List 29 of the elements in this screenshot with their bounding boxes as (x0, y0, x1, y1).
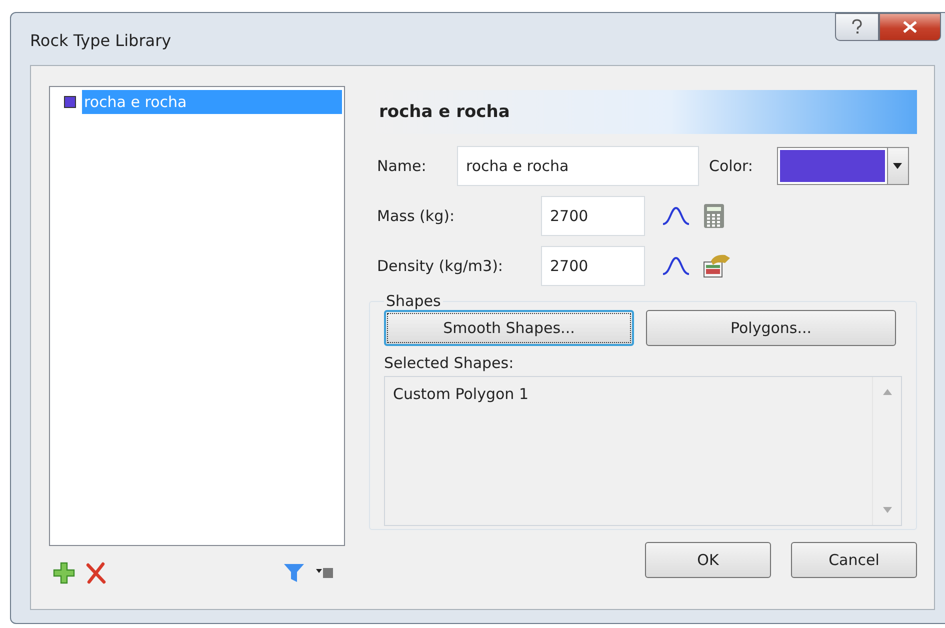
dialog-button[interactable]: OK (645, 542, 771, 578)
list-item[interactable]: Custom Polygon 1 (393, 385, 864, 403)
help-icon (851, 19, 863, 35)
name-field[interactable]: rocha e rocha (457, 146, 699, 186)
bell-curve-icon[interactable] (661, 254, 691, 278)
shape-button[interactable]: Polygons... (646, 310, 896, 346)
caret-icon (893, 163, 902, 169)
mass-field[interactable]: 2700 (541, 196, 645, 236)
help-button[interactable] (835, 13, 879, 41)
density-field[interactable]: 2700 (541, 246, 645, 286)
delete-icon[interactable] (85, 562, 107, 584)
group-label: Shapes (385, 292, 442, 310)
dropdown-icon[interactable] (315, 567, 335, 579)
table-icon[interactable] (703, 253, 731, 279)
window-title: Rock Type Library (30, 31, 172, 50)
plus-icon[interactable] (53, 562, 75, 584)
mass-label: Mass (kg): (377, 207, 456, 225)
color-dropdown[interactable] (776, 147, 909, 185)
calculator-icon[interactable] (703, 203, 725, 229)
color-label: Color: (709, 157, 753, 175)
close-button[interactable] (879, 13, 941, 41)
bell-curve-icon[interactable] (661, 204, 691, 228)
density-label: Density (kg/m3): (377, 257, 504, 275)
close-icon (902, 21, 918, 33)
selected-shapes-label: Selected Shapes: (384, 354, 515, 372)
dialog-button[interactable]: Cancel (791, 542, 917, 578)
filter-icon[interactable] (283, 563, 305, 583)
name-label: Name: (377, 157, 428, 175)
shape-button[interactable]: Smooth Shapes... (384, 310, 634, 346)
